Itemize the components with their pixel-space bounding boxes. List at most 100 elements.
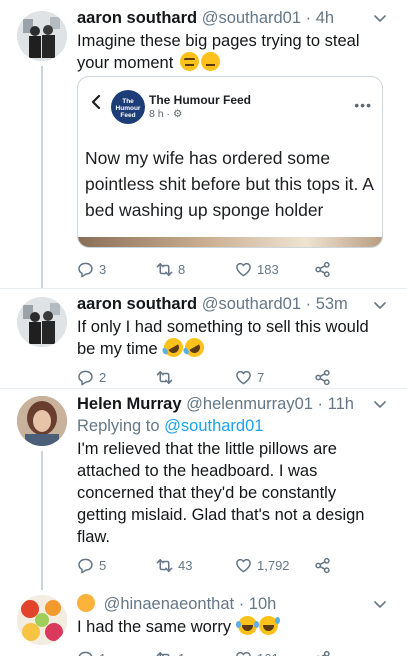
share-icon (315, 261, 330, 277)
retweet-button[interactable]: 43 (156, 555, 192, 575)
like-button[interactable]: 7 (235, 367, 264, 387)
retweet-button[interactable]: 8 (156, 259, 185, 279)
avatar[interactable] (17, 396, 67, 446)
timestamp[interactable]: · 4h (306, 9, 334, 27)
reply-count: 1 (99, 651, 106, 656)
reply-count: 2 (99, 369, 107, 385)
tweet-actions: 2 7 (77, 367, 377, 387)
share-button[interactable] (314, 555, 331, 575)
reply-icon (78, 262, 93, 277)
reply-icon (78, 370, 93, 385)
like-button[interactable]: 1,792 (235, 555, 290, 575)
embedded-post-text: Now my wife has ordered some pointless s… (85, 148, 373, 220)
tweet-text-line: your moment (77, 54, 174, 72)
tweet-2[interactable]: aaron southard @southard01 · 53m If only… (0, 289, 407, 388)
thread-line (41, 451, 43, 590)
heart-icon (236, 370, 251, 384)
retweet-icon (156, 558, 173, 572)
share-icon (316, 650, 330, 656)
tweet-header: aaron southard @southard01 · 4h (77, 6, 395, 30)
reply-button[interactable]: 3 (77, 259, 106, 279)
reply-icon (78, 558, 93, 573)
timestamp[interactable]: · 53m (306, 295, 348, 313)
tweet-4[interactable]: @hinaenaeonthat · 10h I had the same wor… (0, 590, 407, 656)
tweet-1[interactable]: aaron southard @southard01 · 4h Imagine … (0, 0, 407, 288)
tweet-text: Imagine these big pages trying to steal … (77, 30, 389, 74)
laughing-face-icon (235, 616, 259, 635)
thread-line (41, 66, 43, 288)
share-icon (315, 557, 330, 573)
globe-icon: ⚙ (172, 108, 183, 120)
reply-count: 5 (99, 557, 107, 573)
share-button[interactable] (314, 367, 331, 387)
retweet-button[interactable] (156, 367, 178, 387)
reply-icon (78, 651, 93, 656)
handle[interactable]: @southard01 (202, 9, 301, 27)
tweet-text-line: Imagine these big pages trying to steal (77, 32, 360, 50)
neutral-face-icon (200, 52, 220, 71)
retweet-icon (156, 370, 173, 384)
retweet-count: 8 (178, 261, 186, 277)
like-count: 161 (257, 651, 279, 656)
page-logo: The Humour Feed (111, 90, 145, 124)
like-button[interactable]: 183 (235, 259, 279, 279)
timestamp[interactable]: · 11h (318, 395, 354, 413)
chevron-down-icon[interactable] (373, 298, 387, 312)
retweet-button[interactable]: 1 (156, 648, 185, 656)
reply-button[interactable]: 2 (77, 367, 106, 387)
cat-face-icon (77, 594, 95, 612)
share-button[interactable] (314, 648, 331, 656)
avatar[interactable] (17, 11, 67, 61)
unamused-face-icon (179, 52, 199, 71)
like-button[interactable]: 161 (235, 648, 279, 656)
embedded-image-preview[interactable] (78, 237, 382, 247)
avatar[interactable] (17, 297, 67, 347)
reply-count: 3 (99, 261, 107, 277)
replying-prefix: Replying to (77, 417, 165, 435)
rofl-face-icon (181, 334, 208, 361)
replying-to-link[interactable]: @southard01 (164, 417, 263, 435)
sweat-smile-face-icon (258, 616, 280, 635)
like-count: 7 (257, 369, 265, 385)
tweet-actions: 3 8 183 (77, 259, 377, 279)
tweet-header: aaron southard @southard01 · 53m (77, 292, 395, 316)
like-count: 183 (257, 261, 279, 277)
reply-button[interactable]: 1 (77, 648, 106, 656)
chevron-down-icon[interactable] (373, 11, 387, 25)
display-name[interactable]: aaron southard (77, 9, 197, 27)
share-button[interactable] (314, 259, 331, 279)
chevron-down-icon[interactable] (373, 397, 387, 411)
tweet-actions: 1 1 161 (77, 648, 377, 656)
more-options-icon[interactable]: ••• (354, 97, 372, 113)
retweet-count: 1 (178, 651, 185, 656)
like-count: 1,792 (257, 557, 290, 573)
chevron-down-icon[interactable] (373, 597, 387, 611)
handle[interactable]: @hinaenaeonthat (104, 595, 235, 613)
timestamp[interactable]: · 10h (239, 595, 277, 613)
heart-icon (236, 558, 251, 572)
share-icon (315, 369, 330, 385)
retweet-count: 43 (178, 557, 193, 573)
heart-icon (236, 651, 251, 656)
tweet-text-line: be my time (77, 340, 158, 358)
post-timestamp: 8 h · ⚙ (149, 108, 183, 120)
replying-to: Replying to @southard01 (77, 415, 389, 437)
tweet-text-line: If only I had something to sell this wou… (77, 318, 369, 336)
retweet-icon (156, 262, 173, 276)
avatar[interactable] (17, 595, 67, 645)
reply-button[interactable]: 5 (77, 555, 106, 575)
back-arrow-icon[interactable] (90, 95, 102, 109)
display-name[interactable]: Helen Murray (77, 395, 182, 413)
tweet-actions: 5 43 1,792 (77, 555, 377, 575)
page-name[interactable]: The Humour Feed (149, 93, 251, 107)
embedded-post-card[interactable]: The Humour Feed The Humour Feed 8 h · ⚙ … (77, 76, 383, 248)
display-name[interactable]: aaron southard (77, 295, 197, 313)
handle[interactable]: @helenmurray01 (186, 395, 313, 413)
tweet-text: If only I had something to sell this wou… (77, 316, 389, 361)
tweet-text-line: I had the same worry (77, 618, 232, 636)
handle[interactable]: @southard01 (202, 295, 301, 313)
tweet-header: Helen Murray @helenmurray01 · 11h (77, 392, 395, 416)
tweet-text: I'm relieved that the little pillows are… (77, 440, 365, 546)
tweet-3[interactable]: Helen Murray @helenmurray01 · 11h Replyi… (0, 389, 407, 590)
heart-icon (236, 262, 251, 276)
